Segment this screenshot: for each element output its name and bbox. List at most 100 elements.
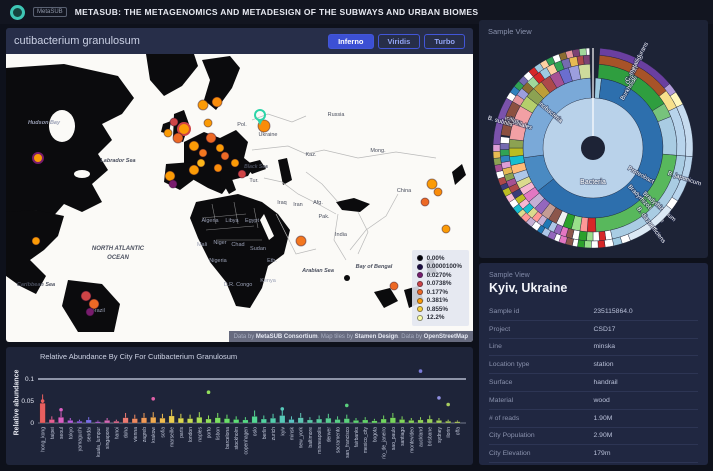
map-sample-dot[interactable] [189,165,199,175]
abundance-outlier-point[interactable] [345,404,349,408]
sunburst-segment[interactable] [494,158,502,166]
abundance-bar-lisbon[interactable] [215,418,221,423]
map-sample-dot[interactable] [170,118,178,126]
sunburst-segment[interactable] [500,137,509,144]
map-sample-dot[interactable] [214,164,222,172]
abundance-bar-barcelona[interactable] [224,419,230,423]
abundance-bar-santiago[interactable] [399,419,405,423]
map-sample-dot[interactable] [189,141,199,151]
abundance-bar-kyiv[interactable] [280,416,286,423]
abundance-bar-minneapolis[interactable] [316,419,322,423]
map-sample-dot[interactable] [434,188,442,196]
abundance-outlier-point[interactable] [446,403,450,407]
sunburst-segment[interactable] [586,48,590,55]
map-sample-dot[interactable] [198,100,208,110]
attribution-link[interactable]: Stamen Design [355,334,398,340]
abundance-bar-sofia[interactable] [160,418,166,423]
abundance-bar-london[interactable] [187,419,193,423]
world-map[interactable]: Hudson BayLabrador SeaNORTH ATLANTICOCEA… [6,54,473,342]
map-sample-dot[interactable] [296,236,306,246]
map-sample-dot[interactable] [164,129,172,137]
abundance-bar-oslo[interactable] [252,416,258,423]
sunburst-segment[interactable] [577,240,585,248]
map-sample-dot[interactable] [390,282,398,290]
abundance-bar-hanoi[interactable] [114,421,120,423]
sunburst-segment[interactable] [593,232,599,241]
abundance-bar-sacramento[interactable] [335,419,341,423]
abundance-bar-hong_kong[interactable] [40,403,46,423]
sunburst-segment[interactable] [572,49,580,57]
sunburst-segment[interactable] [509,148,523,157]
map-sample-dot[interactable] [173,133,183,143]
sunburst-segment[interactable] [495,164,503,172]
map-sample-dot[interactable] [199,149,207,157]
taxonomy-sunburst[interactable]: ProteobacteriaActinobacteriaBurkholderia… [479,20,708,258]
abundance-bar-krakow[interactable] [150,417,156,423]
abundance-bar-bogota[interactable] [372,421,378,423]
sunburst-segment[interactable] [577,56,584,66]
abundance-bar-doha[interactable] [123,418,129,423]
sunburst-segment[interactable] [579,48,586,56]
abundance-bar-singapore[interactable] [104,420,110,423]
map-sample-dot[interactable] [86,308,94,316]
abundance-bar-brisbane[interactable] [427,419,433,423]
map-sample-dot[interactable] [427,179,437,189]
abundance-bar-denver[interactable] [326,418,332,423]
sunburst-segment[interactable] [493,151,500,158]
abundance-bar-san_francisco[interactable] [344,419,350,423]
map-sample-dot[interactable] [442,225,450,233]
abundance-bar-ilorin[interactable] [445,421,451,423]
abundance-bar-minsk[interactable] [289,419,295,423]
map-sample-dot[interactable] [33,153,43,163]
abundance-bar-montevideo[interactable] [409,420,415,423]
abundance-bar-fairbanks[interactable] [353,420,359,423]
map-sample-dot[interactable] [32,237,40,245]
sunburst-segment[interactable] [500,155,510,162]
abundance-bar-naples[interactable] [197,417,203,423]
abundance-bar-taipei[interactable] [49,419,55,423]
abundance-bar-seoul[interactable] [58,417,64,423]
abundance-bar-marseille[interactable] [169,416,175,423]
sunburst-segment[interactable] [599,231,606,241]
abundance-bar-baltimore[interactable] [307,420,313,423]
sunburst-segment[interactable] [587,218,596,232]
abundance-bar-zagreb[interactable] [141,418,147,423]
abundance-outlier-point[interactable] [437,396,441,400]
map-sample-dot[interactable] [216,144,224,152]
map-sample-dot[interactable] [206,133,216,143]
abundance-bar-mexico_city[interactable] [362,420,368,423]
abundance-bar-yamaguchi[interactable] [77,421,83,423]
abundance-outlier-point[interactable] [151,397,155,401]
attribution-link[interactable]: OpenStreetMap [424,334,468,340]
sunburst-segment[interactable] [604,239,613,247]
map-sample-dot[interactable] [231,159,239,167]
abundance-bar-auckland[interactable] [418,420,424,423]
abundance-outlier-point[interactable] [207,390,211,394]
map-sample-dot[interactable] [169,180,177,188]
abundance-outlier-point[interactable] [419,369,423,373]
abundance-bar-new_york[interactable] [298,418,304,423]
map-sample-dot[interactable] [81,291,91,301]
abundance-bar-paris[interactable] [178,418,184,423]
map-sample-dot[interactable] [212,97,222,107]
map-sample-dot[interactable] [204,119,212,127]
abundance-outlier-point[interactable] [280,407,284,411]
abundance-bar-copenhagen[interactable] [243,420,249,423]
abundance-bar-stockholm[interactable] [233,419,239,423]
map-sample-dot[interactable] [197,159,205,167]
abundance-bar-sendai[interactable] [86,420,92,423]
abundance-bar-rio_de_janeiro[interactable] [381,419,387,423]
map-sample-dot[interactable] [89,299,99,309]
colormap-button-viridis[interactable]: Viridis [378,34,421,49]
abundance-bar-chart[interactable]: 0.10.050hong_kongtaipeiseoultokyoyamaguc… [6,361,473,465]
sunburst-segment[interactable] [500,143,509,149]
sunburst-segment[interactable] [591,241,598,248]
abundance-bar-tokyo[interactable] [68,420,74,423]
colormap-button-inferno[interactable]: Inferno [328,34,373,49]
abundance-outlier-point[interactable] [41,399,45,403]
colormap-button-turbo[interactable]: Turbo [424,34,465,49]
sunburst-segment[interactable] [584,241,591,248]
sunburst-segment[interactable] [493,145,500,152]
sunburst-segment[interactable] [587,232,593,241]
abundance-bar-berlin[interactable] [261,419,267,423]
